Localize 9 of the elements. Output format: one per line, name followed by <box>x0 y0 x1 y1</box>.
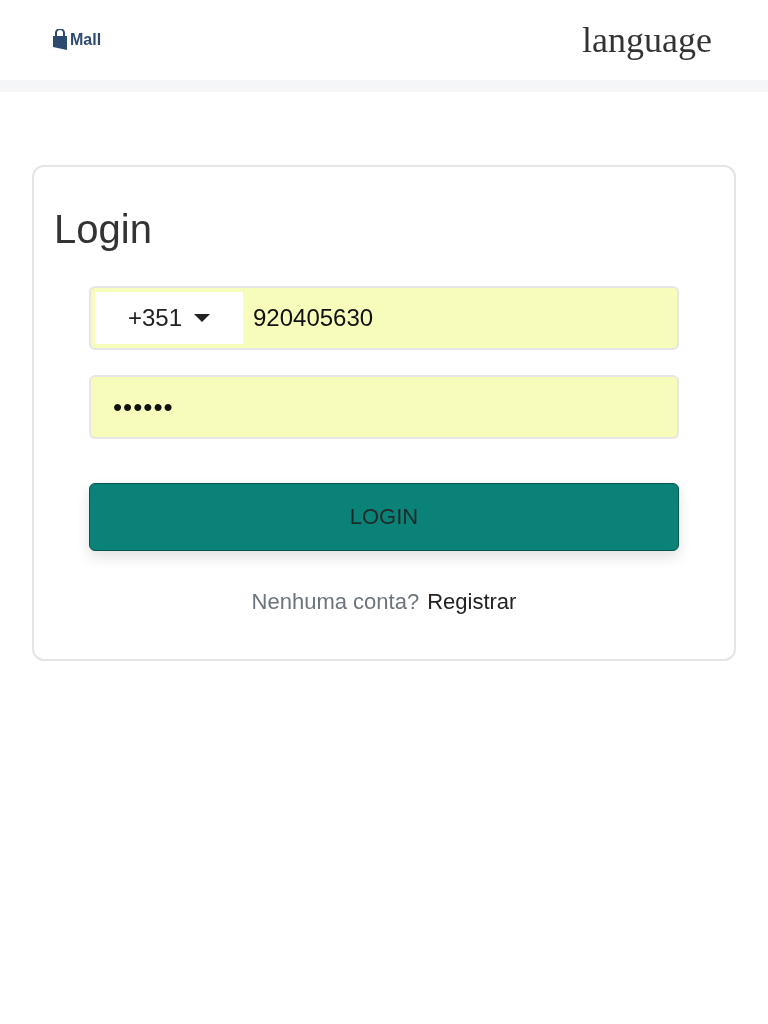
login-title: Login <box>54 207 153 252</box>
logo-text: Mall <box>70 31 102 49</box>
caret-icon <box>194 314 211 322</box>
language-selector[interactable]: language <box>582 19 712 61</box>
phone-field[interactable]: +351 920405630 <box>89 286 679 350</box>
no-account-text: Nenhuma conta? <box>251 589 420 614</box>
password-field[interactable]: •••••• <box>89 375 679 439</box>
country-code-dropdown[interactable]: +351 <box>95 292 243 344</box>
register-link[interactable]: Registrar <box>427 589 517 614</box>
